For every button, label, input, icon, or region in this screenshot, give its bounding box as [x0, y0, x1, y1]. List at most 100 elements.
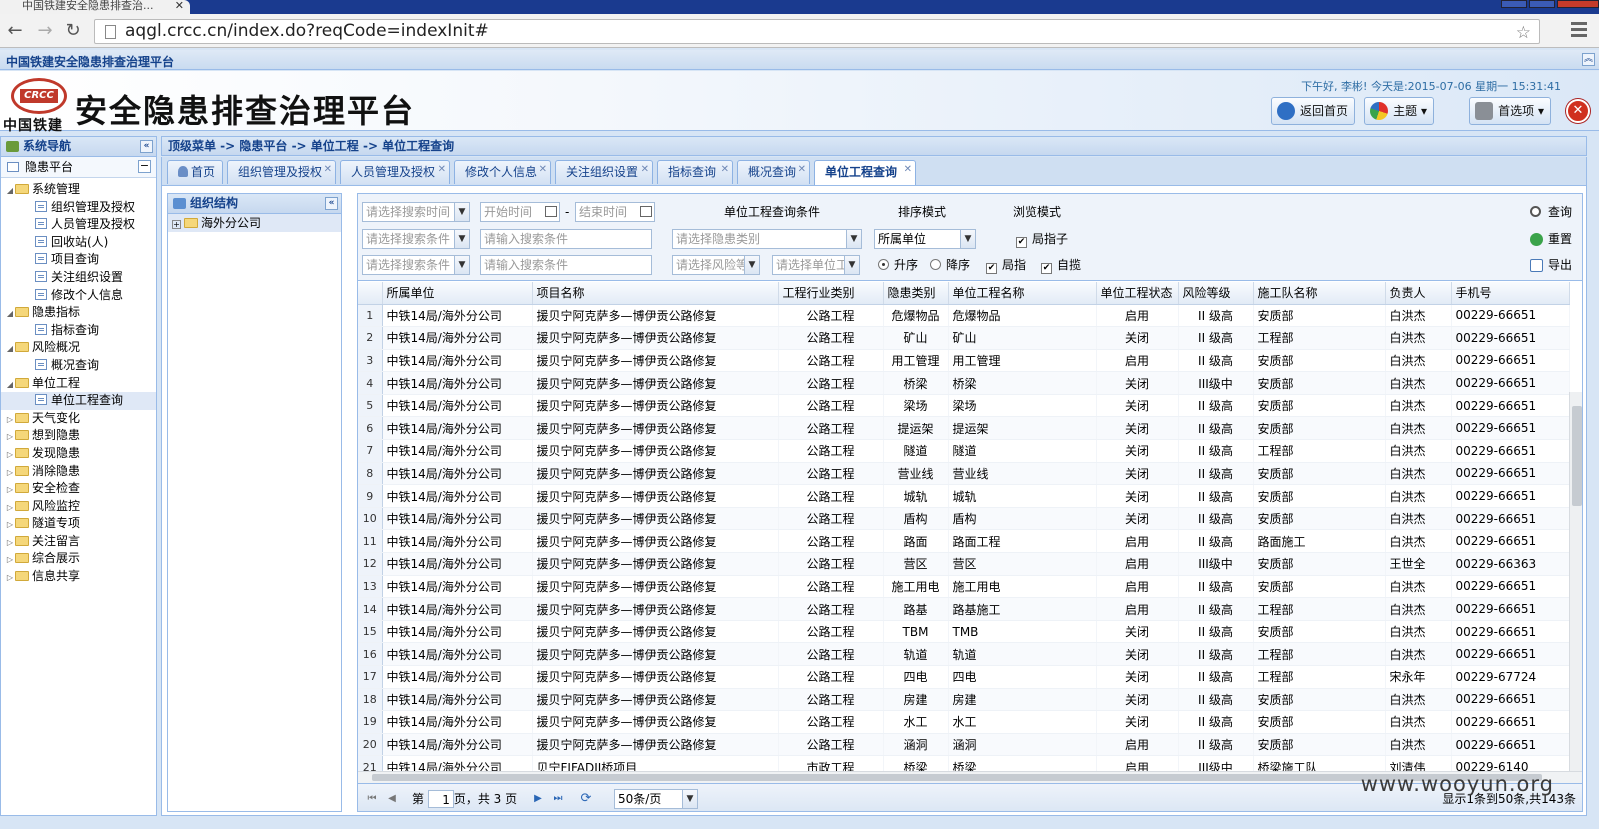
radio-icon[interactable] — [930, 259, 941, 270]
browser-tab[interactable]: 中国铁建安全隐患排查治... ✕ — [0, 0, 190, 14]
expanded-arrow-icon[interactable]: ◢ — [5, 182, 15, 200]
dropdown-arrow-icon[interactable]: ▼ — [844, 256, 859, 274]
column-header[interactable]: 工程行业类别 — [778, 282, 884, 305]
dropdown-arrow-icon[interactable]: ▼ — [454, 203, 469, 221]
ju-zhizi-checkbox[interactable]: ✔ 局指子 — [1016, 230, 1068, 248]
column-header[interactable]: 项目名称 — [532, 282, 779, 305]
close-tab-icon[interactable]: ✕ — [798, 159, 806, 181]
nav-folder[interactable]: ▷ 风险监控 — [1, 498, 156, 516]
nav-folder[interactable]: ▷ 消除隐患 — [1, 463, 156, 481]
collapse-left-icon[interactable]: « — [140, 140, 153, 153]
back-arrow-icon[interactable]: ← — [4, 21, 26, 41]
nav-item[interactable]: 修改个人信息 — [1, 287, 156, 305]
checkbox-icon[interactable]: ✔ — [1016, 237, 1027, 248]
column-header[interactable]: 手机号 — [1451, 282, 1570, 305]
zi-lan-checkbox[interactable]: ✔ 自揽 — [1041, 256, 1081, 274]
collapsed-arrow-icon[interactable]: ▷ — [5, 481, 15, 499]
table-row[interactable]: 18 中铁14局/海外分公司 援贝宁阿克萨多—博伊贡公路修复 公路工程 房建 房建 关闭 II… — [358, 688, 1570, 712]
column-header[interactable]: 隐患类别 — [883, 282, 949, 305]
tab-page-2[interactable]: 人员管理及授权 ✕ — [340, 160, 450, 184]
collapsed-arrow-icon[interactable]: ▷ — [5, 428, 15, 446]
table-row[interactable]: 12 中铁14局/海外分公司 援贝宁阿克萨多—博伊贡公路修复 公路工程 营区 营区 启用 II… — [358, 552, 1570, 576]
first-page-icon[interactable]: ⏮ — [366, 793, 378, 805]
checkbox-icon[interactable]: ✔ — [986, 263, 997, 274]
search-condition-select[interactable]: 请选择搜索条件 ▼ — [362, 229, 470, 249]
tab-page-6[interactable]: 概况查询 ✕ — [737, 160, 810, 184]
asc-radio[interactable]: 升序 — [878, 256, 918, 274]
expanded-arrow-icon[interactable]: ◢ — [5, 340, 15, 358]
table-row[interactable]: 17 中铁14局/海外分公司 援贝宁阿克萨多—博伊贡公路修复 公路工程 四电 四电 关闭 II… — [358, 665, 1570, 689]
tab-page-5[interactable]: 指标查询 ✕ — [657, 160, 733, 184]
nav-folder[interactable]: ◢ 系统管理 — [1, 181, 156, 199]
tab-page-3[interactable]: 修改个人信息 ✕ — [454, 160, 551, 184]
nav-folder[interactable]: ▷ 安全检查 — [1, 480, 156, 498]
expanded-arrow-icon[interactable]: ◢ — [5, 376, 15, 394]
column-header[interactable]: 单位工程名称 — [948, 282, 1097, 305]
table-row[interactable]: 21 中铁14局/海外分公司 贝宁FIFADJI桥项目 市政工程 桥梁 桥梁 启用 III级中… — [358, 755, 1570, 771]
close-window-button[interactable] — [1557, 0, 1599, 8]
table-row[interactable]: 14 中铁14局/海外分公司 援贝宁阿克萨多—博伊贡公路修复 公路工程 路基 路基施工 启用… — [358, 597, 1570, 621]
bookmark-star-icon[interactable]: ☆ — [1516, 22, 1531, 45]
dropdown-arrow-icon[interactable]: ▼ — [846, 230, 861, 248]
collapse-org-icon[interactable]: « — [325, 197, 338, 210]
minimize-button[interactable] — [1501, 0, 1527, 8]
tab-page-4[interactable]: 关注组织设置 ✕ — [555, 160, 653, 184]
calendar-icon[interactable] — [640, 206, 652, 217]
collapsed-arrow-icon[interactable]: ▷ — [5, 464, 15, 482]
theme-button[interactable]: 主题 ▾ — [1364, 97, 1434, 125]
tab-page-7[interactable]: 单位工程查询 ✕ — [814, 160, 916, 185]
search-input-2[interactable]: 请输入搜索条件 — [480, 255, 652, 275]
unit-status-select[interactable]: 请选择单位工 ▼ — [772, 255, 860, 275]
column-header[interactable]: 施工队名称 — [1253, 282, 1386, 305]
reset-button[interactable]: 重置 — [1529, 230, 1572, 248]
page-number-input[interactable]: 1 — [427, 790, 454, 808]
close-tab-icon[interactable]: ✕ — [904, 159, 912, 181]
table-row[interactable]: 3 中铁14局/海外分公司 援贝宁阿克萨多—博伊贡公路修复 公路工程 用工管理 用工管理启… — [358, 349, 1570, 373]
table-row[interactable]: 6 中铁14局/海外分公司 援贝宁阿克萨多—博伊贡公路修复 公路工程 提运架 提运架 关闭 I… — [358, 416, 1570, 441]
ju-zhi-checkbox[interactable]: ✔ 局指 — [986, 256, 1026, 274]
table-row[interactable]: 10 中铁14局/海外分公司 援贝宁阿克萨多—博伊贡公路修复 公路工程 盾构 盾构 关闭 II… — [358, 507, 1570, 531]
tab-home[interactable]: 首页 — [167, 160, 223, 184]
org-node[interactable]: + 海外分公司 — [168, 214, 341, 232]
table-row[interactable]: 8 中铁14局/海外分公司 援贝宁阿克萨多—博伊贡公路修复 公路工程 营业线 营业线 关闭 I… — [358, 462, 1570, 486]
nav-folder[interactable]: ▷ 综合展示 — [1, 550, 156, 568]
table-row[interactable]: 11 中铁14局/海外分公司 援贝宁阿克萨多—博伊贡公路修复 公路工程 路面 路面工程 启用… — [358, 529, 1570, 554]
next-page-icon[interactable]: ▶ — [532, 793, 544, 805]
nav-folder[interactable]: ◢ 单位工程 — [1, 375, 156, 393]
address-bar[interactable]: aqgl.crcc.cn/index.do?reqCode=indexInit#… — [94, 19, 1540, 44]
dropdown-arrow-icon[interactable]: ▼ — [682, 790, 697, 808]
platform-header[interactable]: 隐患平台 − — [1, 157, 156, 178]
refresh-icon[interactable]: ⟳ — [580, 792, 592, 805]
export-button[interactable]: 导出 — [1529, 256, 1572, 274]
query-button[interactable]: 查询 — [1529, 203, 1572, 221]
column-header[interactable]: 单位工程状态 — [1096, 282, 1179, 305]
close-tab-icon[interactable]: ✕ — [641, 159, 649, 181]
collapse-platform-icon[interactable]: − — [138, 160, 151, 173]
table-row[interactable]: 16 中铁14局/海外分公司 援贝宁阿克萨多—博伊贡公路修复 公路工程 轨道 轨道 关闭 II… — [358, 642, 1570, 666]
nav-folder[interactable]: ▷ 隧道专项 — [1, 515, 156, 533]
risk-level-select[interactable]: 请选择风险等 ▼ — [672, 255, 760, 275]
collapse-header-icon[interactable]: ︽ — [1582, 53, 1595, 66]
collapsed-arrow-icon[interactable]: ▷ — [5, 499, 15, 517]
dropdown-arrow-icon[interactable]: ▼ — [454, 230, 469, 248]
collapsed-arrow-icon[interactable]: ▷ — [5, 534, 15, 552]
page-size-select[interactable]: 50条/页 ▼ — [614, 789, 698, 809]
start-time-input[interactable]: 开始时间 — [480, 202, 560, 222]
table-row[interactable]: 7 中铁14局/海外分公司 援贝宁阿克萨多—博伊贡公路修复 公路工程 隧道 隧道 关闭 II … — [358, 439, 1570, 463]
nav-folder[interactable]: ▷ 发现隐患 — [1, 445, 156, 463]
close-tab-icon[interactable]: ✕ — [175, 0, 184, 12]
last-page-icon[interactable]: ⏭ — [552, 793, 564, 805]
collapsed-arrow-icon[interactable]: ▷ — [5, 551, 15, 569]
nav-folder[interactable]: ▷ 信息共享 — [1, 568, 156, 586]
nav-item[interactable]: 概况查询 — [1, 357, 156, 375]
table-row[interactable]: 2 中铁14局/海外分公司 援贝宁阿克萨多—博伊贡公路修复 公路工程 矿山 矿山 关闭 II … — [358, 326, 1570, 350]
collapsed-arrow-icon[interactable]: ▷ — [5, 411, 15, 429]
maximize-button[interactable] — [1529, 0, 1555, 8]
search-input[interactable]: 请输入搜索条件 — [480, 229, 652, 249]
nav-folder[interactable]: ◢ 风险概况 — [1, 339, 156, 357]
close-tab-icon[interactable]: ✕ — [721, 159, 729, 181]
nav-folder[interactable]: ◢ 隐患指标 — [1, 304, 156, 322]
nav-item[interactable]: 回收站(人) — [1, 234, 156, 252]
nav-folder[interactable]: ▷ 想到隐患 — [1, 427, 156, 445]
column-header[interactable]: 风险等级 — [1178, 282, 1254, 305]
